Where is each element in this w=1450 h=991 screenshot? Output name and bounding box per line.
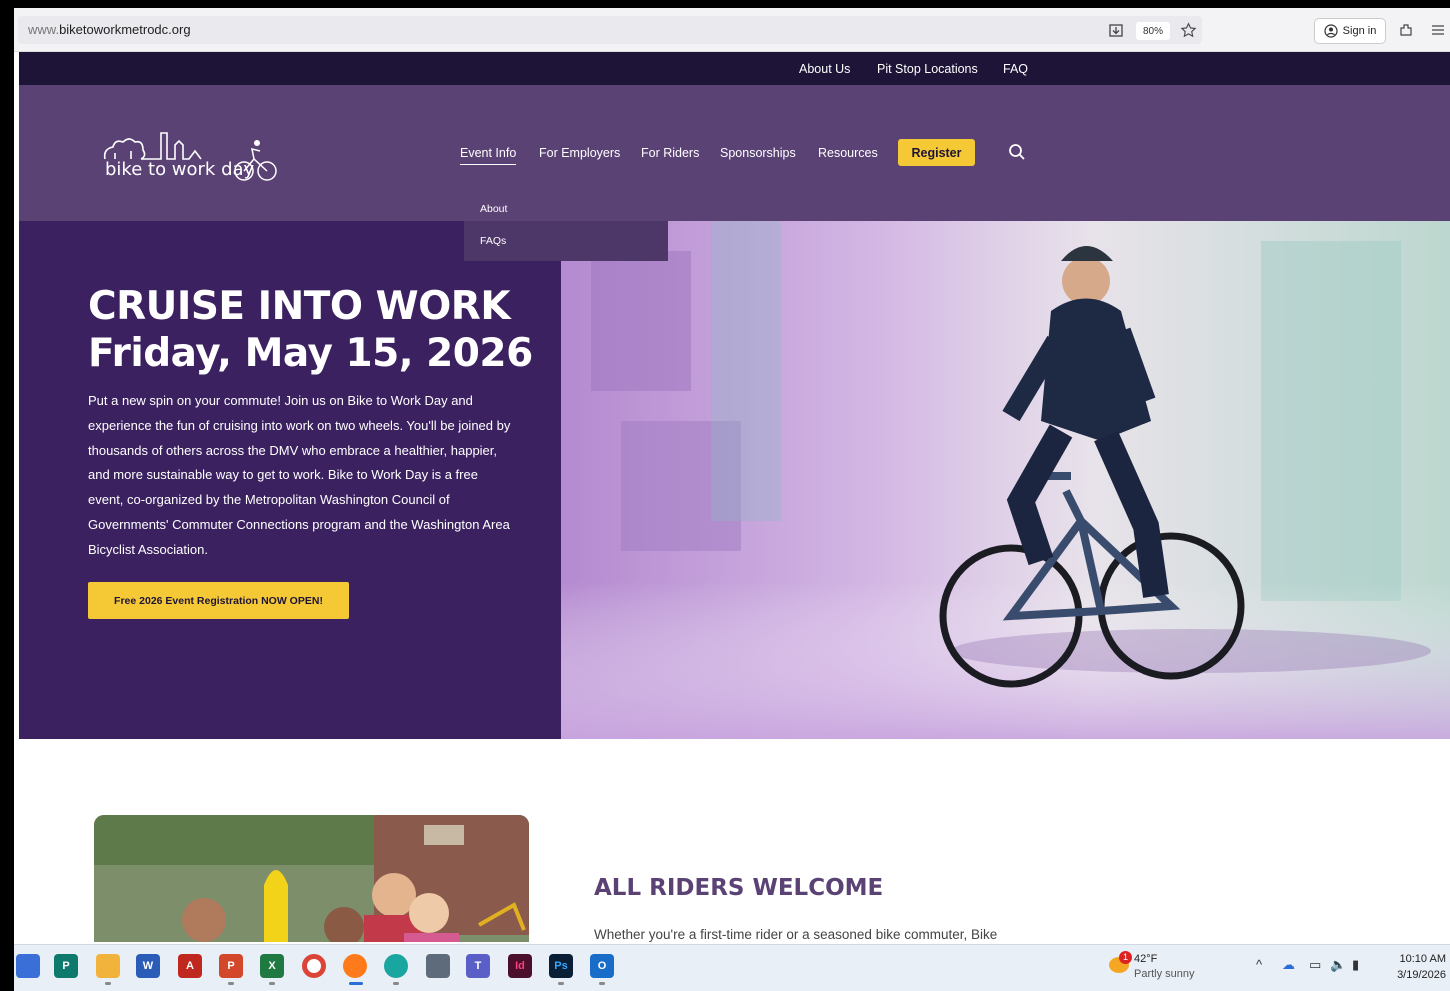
utility-nav: About Us Pit Stop Locations FAQ: [19, 52, 1450, 85]
firefox-app-icon[interactable]: [343, 954, 367, 978]
logo-text: bike to work day: [105, 159, 255, 180]
logo-skyline-icon: [103, 132, 277, 181]
main-header: bike to work day Event Info For Employer…: [19, 85, 1450, 221]
taskbar-running-indicator: [105, 982, 111, 985]
system-clock[interactable]: 10:10 AM 3/19/2026: [1384, 951, 1446, 983]
windows-taskbar: P W A P X T Id Ps O 1 42°F Partly sunny …: [14, 944, 1450, 991]
excel-app-icon[interactable]: X: [260, 954, 284, 978]
taskbar-running-indicator: [599, 982, 605, 985]
hero-cyclist-image: [561, 221, 1450, 739]
utility-link-about-us[interactable]: About Us: [799, 62, 850, 76]
download-icon[interactable]: [1104, 18, 1128, 42]
powerpoint-app-icon[interactable]: P: [219, 954, 243, 978]
taskbar-running-indicator: [269, 982, 275, 985]
edge-app-icon[interactable]: [384, 954, 408, 978]
address-bar[interactable]: www.biketoworkmetrodc.org: [18, 16, 1202, 44]
file-explorer-icon[interactable]: [96, 954, 120, 978]
hero-section: CRUISE INTO WORK Friday, May 15, 2026 Pu…: [19, 221, 1450, 739]
bookmark-star-icon[interactable]: [1176, 18, 1200, 42]
weather-temp: 42°F: [1134, 953, 1158, 965]
taskbar-running-indicator: [228, 982, 234, 985]
photoshop-app-icon[interactable]: Ps: [549, 954, 573, 978]
hero-body-text: Put a new spin on your commute! Join us …: [88, 393, 511, 557]
sign-in-button[interactable]: Sign in: [1314, 18, 1386, 44]
nav-resources[interactable]: Resources: [818, 146, 878, 160]
taskbar-running-indicator: [558, 982, 564, 985]
battery-icon[interactable]: ▮: [1352, 957, 1359, 973]
browser-toolbar: www.biketoworkmetrodc.org 80% Sign in: [14, 8, 1450, 52]
outlook-app-icon[interactable]: O: [590, 954, 614, 978]
riders-section: ALL RIDERS WELCOME Whether you're a firs…: [19, 739, 1450, 942]
event-info-dropdown-top: About: [464, 182, 668, 221]
nav-event-info[interactable]: Event Info: [460, 146, 517, 165]
utility-link-pit-stop-locations[interactable]: Pit Stop Locations: [877, 62, 978, 76]
nav-sponsorships[interactable]: Sponsorships: [720, 146, 796, 160]
clock-date: 3/19/2026: [1397, 969, 1446, 981]
nav-for-employers[interactable]: For Employers: [539, 146, 620, 160]
website: About Us Pit Stop Locations FAQ bike to …: [19, 52, 1450, 942]
riders-section-text: Whether you're a first-time rider or a s…: [594, 927, 998, 942]
registration-cta-button[interactable]: Free 2026 Event Registration NOW OPEN!: [88, 582, 349, 619]
dropdown-item-faqs[interactable]: FAQs: [480, 235, 506, 247]
cloud-sync-icon[interactable]: ☁: [1282, 957, 1295, 973]
hero-title: CRUISE INTO WORK Friday, May 15, 2026: [88, 283, 533, 377]
nav-for-riders[interactable]: For Riders: [641, 146, 699, 160]
volume-icon[interactable]: 🔈: [1330, 957, 1346, 973]
word-app-icon[interactable]: W: [136, 954, 160, 978]
teams-app-icon[interactable]: T: [466, 954, 490, 978]
weather-desc: Partly sunny: [1134, 968, 1195, 980]
weather-badge: 1: [1119, 951, 1132, 964]
hero-title-line1: CRUISE INTO WORK: [88, 284, 511, 329]
site-logo[interactable]: bike to work day: [101, 113, 281, 193]
m365-app-icon[interactable]: [16, 954, 40, 978]
url-text[interactable]: www.biketoworkmetrodc.org: [28, 22, 191, 37]
event-info-dropdown: FAQs: [464, 221, 668, 261]
weather-widget[interactable]: 1 42°F Partly sunny: [1109, 951, 1219, 987]
browser-window: www.biketoworkmetrodc.org 80% Sign in Ab…: [14, 8, 1450, 991]
chrome-app-icon[interactable]: [302, 954, 326, 978]
project-app-icon[interactable]: P: [54, 954, 78, 978]
riders-section-title: ALL RIDERS WELCOME: [594, 875, 884, 901]
clock-time: 10:10 AM: [1399, 953, 1446, 965]
riders-group-photo: [94, 815, 529, 942]
taskbar-running-indicator: [393, 982, 399, 985]
calculator-app-icon[interactable]: [426, 954, 450, 978]
zoom-level[interactable]: 80%: [1136, 22, 1170, 40]
show-hidden-icons-chevron-icon[interactable]: ^: [1256, 957, 1262, 972]
taskbar-active-indicator: [349, 982, 363, 985]
menu-icon[interactable]: [1426, 18, 1450, 42]
hero-title-line2: Friday, May 15, 2026: [88, 331, 533, 376]
extensions-icon[interactable]: [1394, 18, 1418, 42]
indesign-app-icon[interactable]: Id: [508, 954, 532, 978]
search-icon[interactable]: [1007, 142, 1027, 162]
network-icon[interactable]: ▭: [1309, 957, 1321, 973]
dropdown-item-about[interactable]: About: [480, 203, 507, 215]
utility-link-faq[interactable]: FAQ: [1003, 62, 1028, 76]
acrobat-app-icon[interactable]: A: [178, 954, 202, 978]
register-button[interactable]: Register: [898, 139, 975, 166]
account-icon: [1324, 24, 1338, 38]
